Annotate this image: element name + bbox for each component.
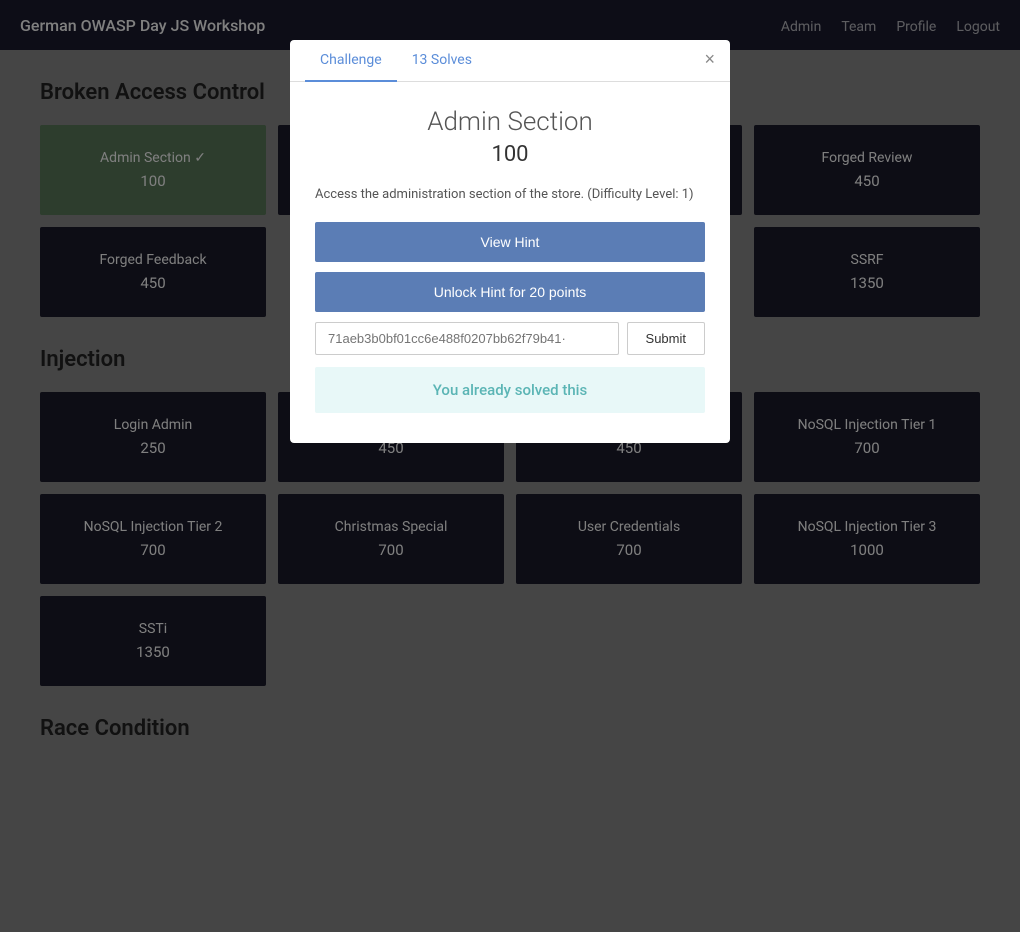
tab-challenge[interactable]: Challenge: [305, 40, 397, 82]
flag-input[interactable]: [315, 322, 619, 355]
modal-overlay[interactable]: Challenge 13 Solves × Admin Section 100 …: [0, 0, 1020, 932]
modal-tabs: Challenge 13 Solves ×: [290, 40, 730, 82]
unlock-hint-button[interactable]: Unlock Hint for 20 points: [315, 272, 705, 312]
modal-challenge-points: 100: [315, 142, 705, 167]
view-hint-button[interactable]: View Hint: [315, 222, 705, 262]
tab-solves[interactable]: 13 Solves: [397, 40, 487, 82]
challenge-modal: Challenge 13 Solves × Admin Section 100 …: [290, 40, 730, 443]
submit-flag-button[interactable]: Submit: [627, 322, 705, 355]
modal-description: Access the administration section of the…: [315, 187, 705, 202]
modal-challenge-title: Admin Section: [315, 107, 705, 137]
modal-body: Admin Section 100 Access the administrat…: [290, 82, 730, 443]
modal-input-row: Submit: [315, 322, 705, 355]
modal-close-button[interactable]: ×: [704, 50, 715, 68]
already-solved-banner: You already solved this: [315, 367, 705, 413]
